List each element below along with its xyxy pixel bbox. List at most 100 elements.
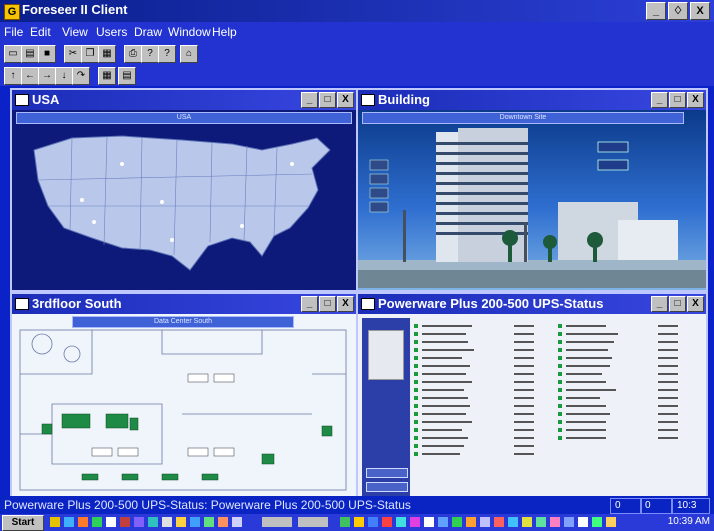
tray-icon[interactable] [354, 517, 364, 527]
close-button[interactable]: X [337, 92, 354, 108]
taskbar-app-icon[interactable] [148, 517, 158, 527]
tray-icon[interactable] [494, 517, 504, 527]
ups-status-window[interactable]: Powerware Plus 200-500 UPS-Status _ □ X [356, 292, 708, 500]
arrow-down-icon[interactable]: ↓ [55, 67, 73, 85]
map-marker[interactable] [240, 224, 244, 228]
tray-icon[interactable] [522, 517, 532, 527]
maximize-button[interactable]: □ [669, 296, 686, 312]
copy-icon[interactable]: ❐ [81, 45, 99, 63]
map-marker[interactable] [160, 200, 164, 204]
tray-icon[interactable] [578, 517, 588, 527]
taskbar-app-icon[interactable] [64, 517, 74, 527]
ups-unit[interactable] [129, 417, 139, 431]
taskbar-app-icon[interactable] [204, 517, 214, 527]
app-titlebar[interactable]: G Foreseer II Client _ ♢ X [0, 0, 714, 22]
usa-window[interactable]: USA _ □ X USA [10, 88, 358, 292]
print-icon[interactable]: ⎙ [124, 45, 142, 63]
tray-icon[interactable] [466, 517, 476, 527]
tray-icon[interactable] [508, 517, 518, 527]
tray-icon[interactable] [396, 517, 406, 527]
tray-icon[interactable] [382, 517, 392, 527]
layout-icon[interactable]: ▤ [118, 67, 136, 85]
taskbar-app-icon[interactable] [176, 517, 186, 527]
new-icon[interactable]: ▭ [4, 45, 22, 63]
minimize-button[interactable]: _ [646, 2, 666, 20]
open-icon[interactable]: ▤ [21, 45, 39, 63]
ups-window-titlebar[interactable]: Powerware Plus 200-500 UPS-Status _ □ X [358, 294, 706, 314]
minimize-button[interactable]: _ [651, 92, 668, 108]
menu-edit[interactable]: Edit [30, 25, 51, 39]
maximize-button[interactable]: □ [669, 92, 686, 108]
menu-view[interactable]: View [62, 25, 88, 39]
tray-icon[interactable] [550, 517, 560, 527]
minimize-button[interactable]: _ [301, 296, 318, 312]
building-window-titlebar[interactable]: Building _ □ X [358, 90, 706, 110]
floor-link-button[interactable] [597, 159, 629, 171]
paste-icon[interactable]: ▦ [98, 45, 116, 63]
menu-file[interactable]: File [4, 25, 23, 39]
taskbar-window-button[interactable] [262, 517, 292, 527]
redo-icon[interactable]: ↷ [72, 67, 90, 85]
tray-icon[interactable] [564, 517, 574, 527]
map-marker[interactable] [92, 220, 96, 224]
floor-window[interactable]: 3rdfloor South _ □ X Data Center South [10, 292, 358, 500]
building-window[interactable]: Building _ □ X Downtown Site [356, 88, 708, 292]
close-button[interactable]: X [687, 296, 704, 312]
grid-icon[interactable]: ▦ [98, 67, 116, 85]
taskbar-app-icon[interactable] [92, 517, 102, 527]
tray-icon[interactable] [368, 517, 378, 527]
usa-window-titlebar[interactable]: USA _ □ X [12, 90, 356, 110]
taskbar-app-icon[interactable] [190, 517, 200, 527]
taskbar-app-icon[interactable] [120, 517, 130, 527]
maximize-button[interactable]: □ [319, 296, 336, 312]
usa-map[interactable] [12, 110, 356, 288]
help-icon[interactable]: ? [141, 45, 159, 63]
maximize-button[interactable]: □ [319, 92, 336, 108]
map-marker[interactable] [80, 198, 84, 202]
map-marker[interactable] [170, 238, 174, 242]
taskbar-app-icon[interactable] [232, 517, 242, 527]
tray-icon[interactable] [340, 517, 350, 527]
taskbar-app-icon[interactable] [50, 517, 60, 527]
map-marker[interactable] [120, 162, 124, 166]
tray-icon[interactable] [410, 517, 420, 527]
tray-icon[interactable] [592, 517, 602, 527]
start-button[interactable]: Start [2, 515, 44, 531]
home-icon[interactable]: ⌂ [180, 45, 198, 63]
taskbar-app-icon[interactable] [106, 517, 116, 527]
arrow-left-icon[interactable]: ← [21, 67, 39, 85]
floor-link-button[interactable] [597, 141, 629, 153]
restore-button[interactable]: ♢ [668, 2, 688, 20]
ups-unit[interactable] [61, 413, 91, 429]
tray-icon[interactable] [438, 517, 448, 527]
menu-help[interactable]: Help [212, 25, 237, 39]
save-icon[interactable]: ■ [38, 45, 56, 63]
arrow-right-icon[interactable]: → [38, 67, 56, 85]
ups-unit[interactable] [105, 413, 129, 429]
tray-icon[interactable] [606, 517, 616, 527]
view-events-button[interactable] [366, 482, 408, 492]
close-button[interactable]: X [687, 92, 704, 108]
tray-icon[interactable] [536, 517, 546, 527]
taskbar-app-icon[interactable] [134, 517, 144, 527]
taskbar-app-icon[interactable] [162, 517, 172, 527]
floor-window-titlebar[interactable]: 3rdfloor South _ □ X [12, 294, 356, 314]
menu-users[interactable]: Users [96, 25, 127, 39]
cut-icon[interactable]: ✂ [64, 45, 82, 63]
menu-draw[interactable]: Draw [134, 25, 162, 39]
map-marker[interactable] [290, 162, 294, 166]
minimize-button[interactable]: _ [301, 92, 318, 108]
close-button[interactable]: X [690, 2, 710, 20]
taskbar-app-icon[interactable] [78, 517, 88, 527]
taskbar-clock[interactable]: 10:39 AM [668, 516, 710, 527]
taskbar-app-icon[interactable] [218, 517, 228, 527]
tray-icon[interactable] [480, 517, 490, 527]
tray-icon[interactable] [452, 517, 462, 527]
close-button[interactable]: X [337, 296, 354, 312]
minimize-button[interactable]: _ [651, 296, 668, 312]
arrow-up-icon[interactable]: ↑ [4, 67, 22, 85]
taskbar-window-button[interactable] [298, 517, 328, 527]
context-help-icon[interactable]: ? [158, 45, 176, 63]
tray-icon[interactable] [424, 517, 434, 527]
menu-window[interactable]: Window [168, 25, 211, 39]
